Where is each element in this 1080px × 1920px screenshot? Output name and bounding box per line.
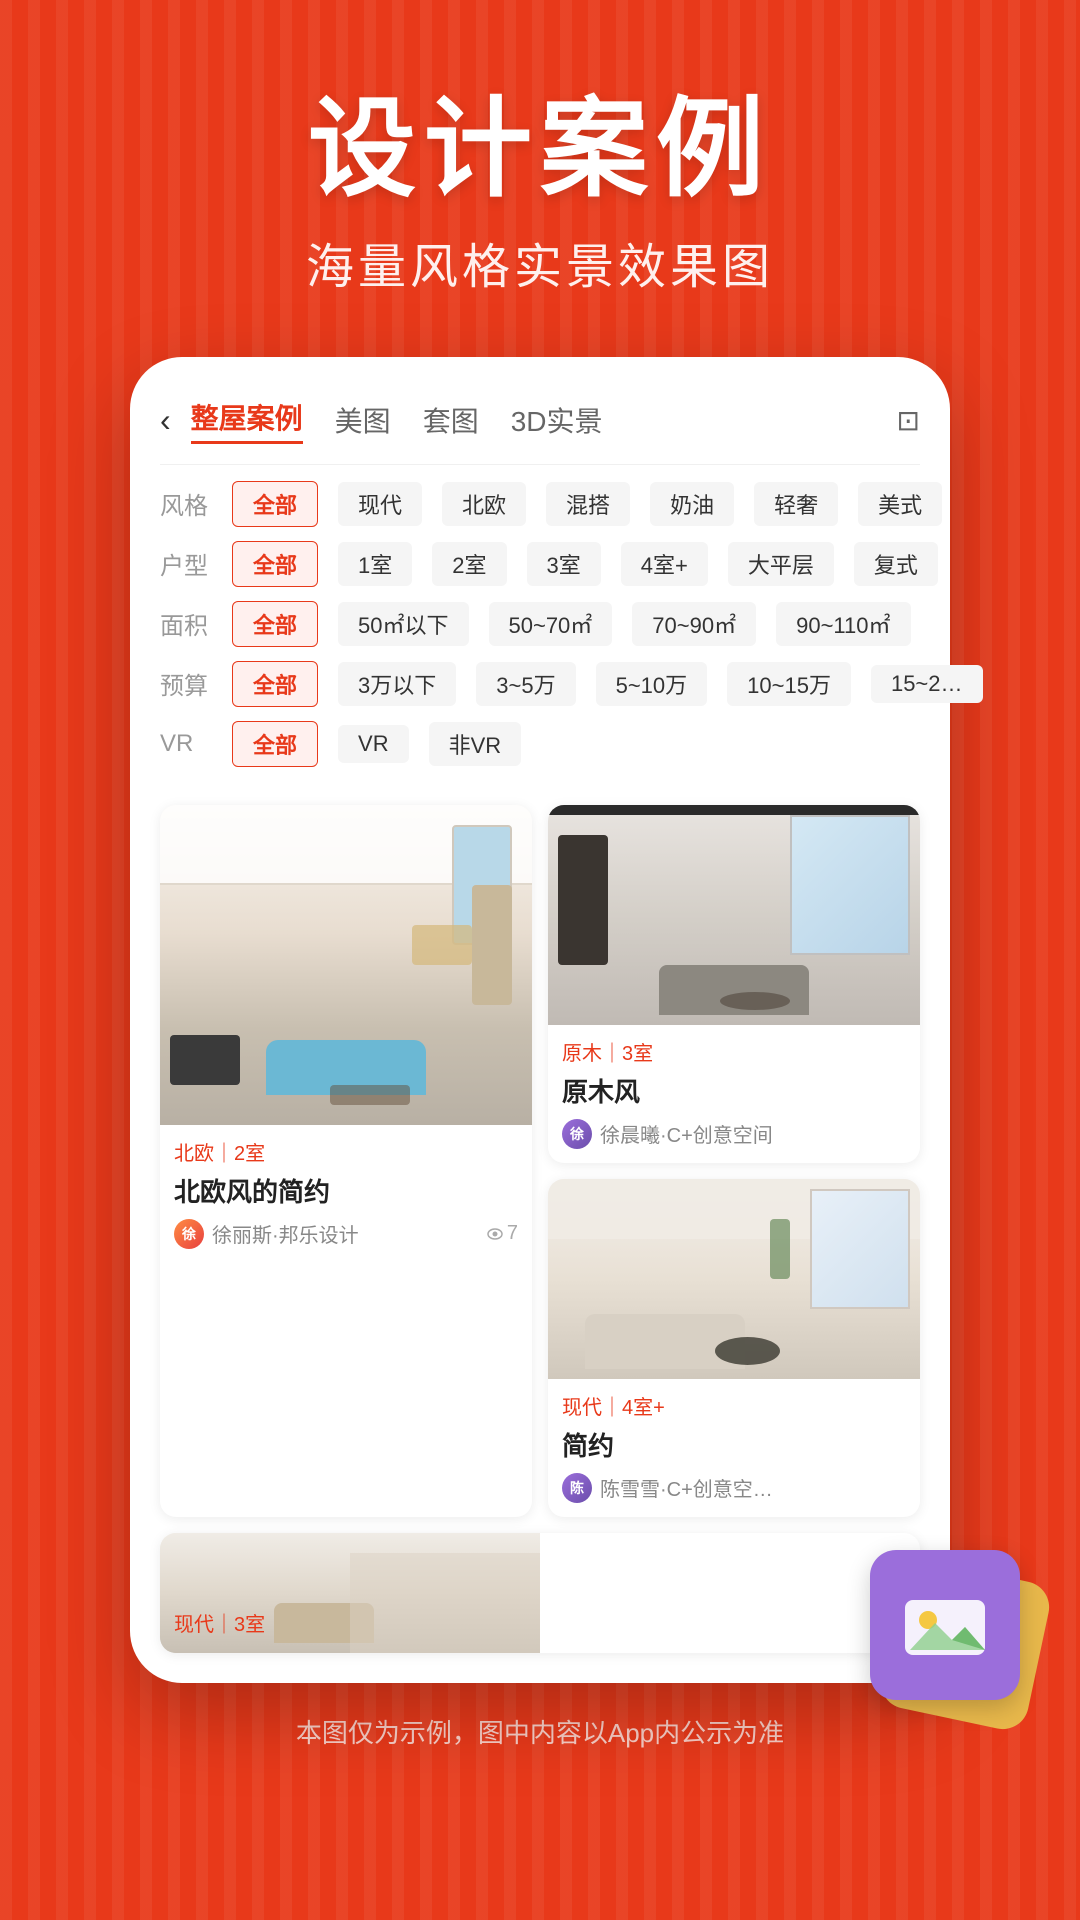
filter-area-70-90[interactable]: 70~90㎡ (632, 602, 756, 646)
card-4[interactable]: 现代｜4室+ 简约 陈 陈雪雪·C+创意空… (548, 1179, 920, 1517)
eye-icon (487, 1226, 503, 1242)
filter-area-50-70[interactable]: 50~70㎡ (489, 602, 613, 646)
card-1-meta: 徐 徐丽斯·邦乐设计 7 (174, 1219, 518, 1249)
filter-budget-10-15[interactable]: 10~15万 (727, 662, 851, 706)
filter-vr-yes[interactable]: VR (338, 725, 409, 763)
card-1-style: 北欧｜2室 (174, 1137, 518, 1166)
card-2-meta: 徐 徐晨曦·C+创意空间 (562, 1119, 906, 1149)
card-1[interactable]: 北欧｜2室 北欧风的简约 徐 徐丽斯·邦乐设计 7 (160, 805, 532, 1517)
card-4-info: 现代｜4室+ 简约 陈 陈雪雪·C+创意空… (548, 1379, 920, 1517)
filter-row-style: 风格 全部 现代 北欧 混搭 奶油 轻奢 美式 (160, 481, 920, 527)
phone-mockup: ‹ 整屋案例 美图 套图 3D实景 ⊡ 风格 全部 现代 北欧 混搭 奶油 轻奢… (130, 357, 950, 1683)
card-1-designer: 徐丽斯·邦乐设计 (212, 1219, 359, 1248)
filter-label-style: 风格 (160, 486, 212, 521)
card-2-style: 原木｜3室 (562, 1037, 906, 1066)
filter-style-modern[interactable]: 现代 (338, 482, 422, 526)
photo-decoration (870, 1550, 1020, 1700)
card-4-title: 简约 (562, 1426, 906, 1463)
card-2-info: 原木｜3室 原木风 徐 徐晨曦·C+创意空间 (548, 1025, 920, 1163)
filter-room-4[interactable]: 4室+ (621, 542, 708, 586)
tab-set[interactable]: 套图 (423, 400, 479, 440)
tab-3d[interactable]: 3D实景 (511, 400, 603, 440)
card-4-meta: 陈 陈雪雪·C+创意空… (562, 1473, 906, 1503)
filter-style-all[interactable]: 全部 (232, 481, 318, 527)
filter-vr-no[interactable]: 非VR (429, 722, 522, 766)
filter-budget-3[interactable]: 3万以下 (338, 662, 456, 706)
filter-area-all[interactable]: 全部 (232, 601, 318, 647)
filter-row-room: 户型 全部 1室 2室 3室 4室+ 大平层 复式 (160, 541, 920, 587)
filter-label-room: 户型 (160, 546, 212, 581)
back-button[interactable]: ‹ (160, 402, 171, 439)
card-2-title: 原木风 (562, 1072, 906, 1109)
filter-style-mix[interactable]: 混搭 (546, 482, 630, 526)
tab-photo[interactable]: 美图 (335, 400, 391, 440)
filter-label-area: 面积 (160, 606, 212, 641)
filter-area-50[interactable]: 50㎡以下 (338, 602, 468, 646)
filter-row-area: 面积 全部 50㎡以下 50~70㎡ 70~90㎡ 90~110㎡ (160, 601, 920, 647)
filter-style-light[interactable]: 轻奢 (754, 482, 838, 526)
filter-room-large[interactable]: 大平层 (728, 542, 834, 586)
filter-budget-15[interactable]: 15~2… (871, 665, 983, 703)
filter-budget-5-10[interactable]: 5~10万 (596, 662, 708, 706)
filter-budget-all[interactable]: 全部 (232, 661, 318, 707)
card-1-views: 7 (487, 1222, 518, 1245)
filter-room-2[interactable]: 2室 (432, 542, 506, 586)
filter-room-3[interactable]: 3室 (527, 542, 601, 586)
card-3-label: 现代｜3室 (160, 1598, 920, 1653)
card-4-avatar: 陈 (562, 1473, 592, 1503)
filter-section: 风格 全部 现代 北欧 混搭 奶油 轻奢 美式 户型 全部 1室 2室 3室 4… (160, 465, 920, 797)
card-1-info: 北欧｜2室 北欧风的简约 徐 徐丽斯·邦乐设计 7 (160, 1125, 532, 1263)
card-2-designer: 徐晨曦·C+创意空间 (600, 1119, 773, 1148)
card-2-avatar: 徐 (562, 1119, 592, 1149)
main-title: 设计案例 (306, 90, 774, 209)
nav-tabs: 整屋案例 美图 套图 3D实景 (191, 397, 897, 444)
sub-title: 海量风格实景效果图 (306, 227, 774, 297)
card-3-partial[interactable]: 现代｜3室 (160, 1533, 920, 1653)
tab-whole-case[interactable]: 整屋案例 (191, 397, 303, 444)
page-container: 设计案例 海量风格实景效果图 ‹ 整屋案例 美图 套图 3D实景 ⊡ 风格 全部… (0, 0, 1080, 1920)
photo-icon-card (870, 1550, 1020, 1700)
filter-area-90-110[interactable]: 90~110㎡ (776, 602, 910, 646)
filter-room-all[interactable]: 全部 (232, 541, 318, 587)
filter-style-cream[interactable]: 奶油 (650, 482, 734, 526)
filter-budget-3-5[interactable]: 3~5万 (476, 662, 575, 706)
filter-label-budget: 预算 (160, 666, 212, 701)
photo-icon (900, 1585, 990, 1665)
filter-style-american[interactable]: 美式 (858, 482, 942, 526)
card-4-designer: 陈雪雪·C+创意空… (600, 1473, 773, 1502)
filter-room-duplex[interactable]: 复式 (854, 542, 938, 586)
card-1-avatar: 徐 (174, 1219, 204, 1249)
card-4-style: 现代｜4室+ (562, 1391, 906, 1420)
filter-style-nordic[interactable]: 北欧 (442, 482, 526, 526)
filter-row-budget: 预算 全部 3万以下 3~5万 5~10万 10~15万 15~2… (160, 661, 920, 707)
card-1-title: 北欧风的简约 (174, 1172, 518, 1209)
nav-bar: ‹ 整屋案例 美图 套图 3D实景 ⊡ (160, 387, 920, 465)
card-2[interactable]: 原木｜3室 原木风 徐 徐晨曦·C+创意空间 (548, 805, 920, 1163)
filter-label-vr: VR (160, 730, 212, 758)
filter-room-1[interactable]: 1室 (338, 542, 412, 586)
content-grid: 北欧｜2室 北欧风的简约 徐 徐丽斯·邦乐设计 7 (160, 805, 920, 1517)
footer-note: 本图仅为示例，图中内容以App内公示为准 (296, 1713, 784, 1790)
filter-row-vr: VR 全部 VR 非VR (160, 721, 920, 767)
bookmark-icon[interactable]: ⊡ (897, 404, 920, 437)
right-column: 原木｜3室 原木风 徐 徐晨曦·C+创意空间 (548, 805, 920, 1517)
header-section: 设计案例 海量风格实景效果图 (306, 0, 774, 297)
filter-vr-all[interactable]: 全部 (232, 721, 318, 767)
card-3-style: 现代｜3室 (174, 1608, 906, 1637)
